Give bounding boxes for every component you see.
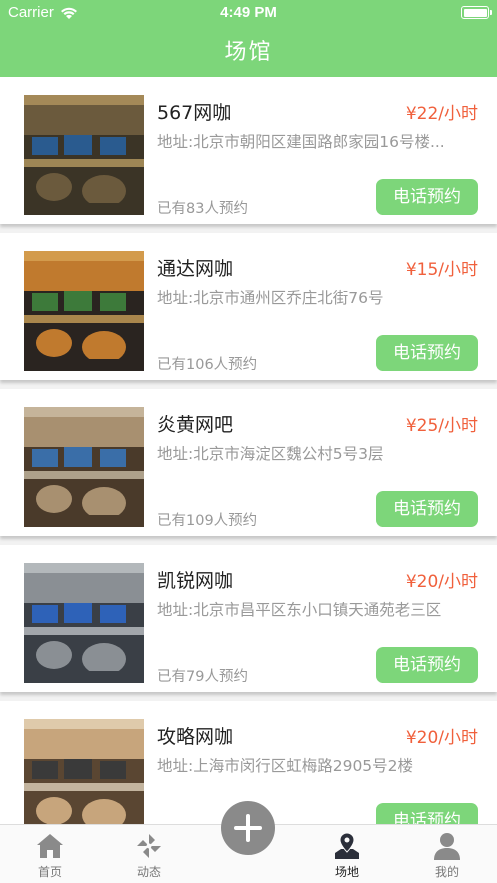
venue-list: 567网咖 ¥22/小时 地址:北京市朝阳区建国路郎家园16号楼... 已有83… <box>0 77 497 824</box>
venue-photo <box>24 719 144 824</box>
venue-address: 地址:北京市海淀区魏公村5号3层 <box>157 445 384 463</box>
venue-name: 凯锐网咖 <box>157 570 234 592</box>
venue-photo <box>24 95 144 215</box>
phone-booking-button[interactable]: 电话预约 <box>376 335 478 371</box>
map-pin-icon <box>335 832 359 859</box>
tab-home-label: 首页 <box>37 865 62 879</box>
phone-booking-button[interactable]: 电话预约 <box>376 179 478 215</box>
venue-photo <box>24 407 144 527</box>
venue-address: 地址:北京市通州区乔庄北街76号 <box>157 289 384 307</box>
tab-moments[interactable]: 动态 <box>114 831 184 880</box>
venue-photo <box>24 563 144 683</box>
venue-address: 地址:北京市昌平区东小口镇天通苑老三区 <box>157 601 442 619</box>
tab-venues-label: 场地 <box>334 865 359 879</box>
home-icon <box>37 834 63 858</box>
battery-icon <box>461 6 492 19</box>
phone-booking-button[interactable]: 电话预约 <box>376 803 478 824</box>
venue-name: 炎黄网吧 <box>157 414 234 436</box>
tab-profile-label: 我的 <box>434 865 459 879</box>
status-time: 4:49 PM <box>220 4 277 21</box>
venue-booked-count: 已有109人预约 <box>157 513 258 529</box>
app-screen: Carrier 4:49 PM 场馆 567网咖 ¥22/小时 地址:北京市朝阳… <box>0 0 497 883</box>
venue-price: ¥20/小时 <box>405 728 478 748</box>
venue-card[interactable]: 通达网咖 ¥15/小时 地址:北京市通州区乔庄北街76号 已有106人预约 电话… <box>0 233 497 380</box>
venue-booked-count: 已有83人预约 <box>157 201 248 217</box>
venue-name: 567网咖 <box>157 102 232 124</box>
venue-price: ¥20/小时 <box>405 572 478 592</box>
venue-address: 地址:北京市朝阳区建国路郎家园16号楼... <box>157 133 445 151</box>
venue-booked-count: 已有79人预约 <box>157 669 248 685</box>
venue-card[interactable]: 凯锐网咖 ¥20/小时 地址:北京市昌平区东小口镇天通苑老三区 已有79人预约 … <box>0 545 497 692</box>
tab-home[interactable]: 首页 <box>15 831 85 880</box>
venue-price: ¥25/小时 <box>405 416 478 436</box>
venue-photo <box>24 251 144 371</box>
header-bar: Carrier 4:49 PM 场馆 <box>0 0 497 77</box>
tab-moments-label: 动态 <box>136 865 161 879</box>
venue-name: 攻略网咖 <box>157 726 234 748</box>
phone-booking-button[interactable]: 电话预约 <box>376 647 478 683</box>
status-bar: Carrier 4:49 PM <box>0 0 497 26</box>
tab-venues[interactable]: 场地 <box>312 831 382 880</box>
venue-card[interactable]: 567网咖 ¥22/小时 地址:北京市朝阳区建国路郎家园16号楼... 已有83… <box>0 77 497 224</box>
venue-booked-count: 已有106人预约 <box>157 357 258 373</box>
phone-booking-button[interactable]: 电话预约 <box>376 491 478 527</box>
tab-profile[interactable]: 我的 <box>412 831 482 880</box>
pinwheel-icon <box>137 834 161 858</box>
add-button[interactable] <box>221 801 275 855</box>
venue-name: 通达网咖 <box>157 258 234 280</box>
venue-card[interactable]: 炎黄网吧 ¥25/小时 地址:北京市海淀区魏公村5号3层 已有109人预约 电话… <box>0 389 497 536</box>
user-icon <box>434 833 460 860</box>
venue-address: 地址:上海市闵行区虹梅路2905号2楼 <box>157 757 414 775</box>
venue-price: ¥15/小时 <box>405 260 478 280</box>
page-title: 场馆 <box>224 40 273 65</box>
venue-price: ¥22/小时 <box>405 104 478 124</box>
